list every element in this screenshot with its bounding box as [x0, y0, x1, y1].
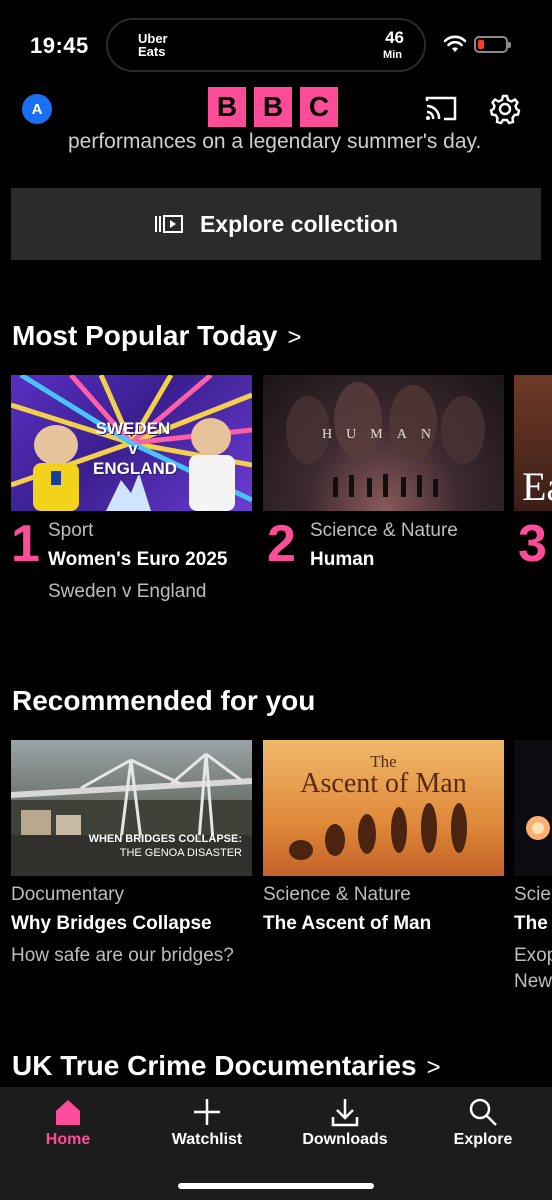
rank-number: 2: [267, 515, 296, 573]
card-category: Science & Nature: [310, 520, 458, 541]
home-icon: [56, 1100, 80, 1125]
popular-card[interactable]: SWEDEN v ENGLAND 1 Sport Women's Euro 20…: [11, 375, 252, 615]
recommended-card[interactable]: Scie The Exop New: [514, 740, 552, 1000]
live-activity-island[interactable]: Uber Eats 46 Min: [106, 18, 426, 72]
card-category: Sport: [48, 520, 94, 541]
logo-letter: C: [300, 87, 338, 127]
wifi-icon: [443, 35, 467, 52]
card-subtitle-2: New: [514, 971, 552, 992]
tab-label: Watchlist: [171, 1131, 243, 1148]
thumbnail-text: Ea: [522, 464, 552, 509]
battery-icon: [474, 36, 511, 53]
section-title: Recommended for you: [12, 685, 316, 716]
cast-icon[interactable]: [424, 94, 458, 122]
explore-collection-button[interactable]: Explore collection: [11, 188, 541, 260]
card-subtitle: How safe are our bridges?: [11, 945, 234, 966]
status-time: 19:45: [30, 33, 89, 58]
gear-icon[interactable]: [489, 93, 521, 125]
collection-icon: [154, 215, 183, 233]
thumbnail: HUMAN: [263, 375, 504, 511]
logo-letter: B: [254, 87, 292, 127]
card-category: Scie: [514, 884, 551, 905]
thumbnail: WHEN BRIDGES COLLAPSE: THE GENOA DISASTE…: [11, 740, 252, 876]
thumbnail: The Ascent of Man: [263, 740, 504, 876]
section-most-popular[interactable]: Most Popular Today >: [12, 320, 302, 352]
live-activity-unit: Min: [383, 49, 402, 61]
thumbnail: [514, 740, 552, 876]
chevron-right-icon: >: [287, 324, 302, 351]
live-activity-minutes: 46: [385, 28, 404, 47]
rank-number: 1: [11, 515, 40, 573]
status-bar: 19:45 Uber Eats 46 Min: [0, 0, 552, 90]
tab-downloads[interactable]: Downloads: [285, 1097, 405, 1157]
explore-collection-label: Explore collection: [199, 210, 399, 237]
thumbnail: Ea: [514, 375, 552, 511]
card-title: Human: [310, 549, 375, 570]
thumbnail: SWEDEN v ENGLAND: [11, 375, 252, 511]
thumbnail-art: [526, 816, 550, 840]
card-title: Women's Euro 2025: [48, 549, 228, 570]
rank-number: 3: [518, 515, 547, 573]
tab-home[interactable]: Home: [8, 1097, 128, 1157]
recommended-card[interactable]: The Ascent of Man Science & Nature The A…: [263, 740, 504, 940]
battery-level: [478, 40, 484, 49]
popular-card[interactable]: HUMAN 2 Science & Nature Human: [263, 375, 504, 585]
plus-icon: [194, 1099, 220, 1125]
card-subtitle: Sweden v England: [48, 581, 207, 602]
thumbnail-text: HUMAN: [322, 427, 445, 442]
card-subtitle: Exop: [514, 945, 552, 966]
bbc-logo: B B C: [208, 87, 338, 127]
logo-letter: B: [208, 87, 246, 127]
section-title: Most Popular Today: [12, 320, 278, 351]
section-recommended: Recommended for you: [12, 685, 315, 717]
thumbnail-art: [286, 382, 485, 497]
download-icon: [331, 1099, 359, 1127]
search-icon: [469, 1098, 497, 1126]
card-title: Why Bridges Collapse: [11, 913, 212, 934]
app-header: A B B C: [0, 86, 552, 130]
home-indicator: [178, 1183, 374, 1189]
thumbnail-line2: Ascent of Man: [300, 768, 467, 799]
thumbnail-text: SWEDEN v ENGLAND: [93, 419, 178, 478]
tab-label: Home: [45, 1131, 91, 1148]
chevron-right-icon: >: [426, 1054, 441, 1081]
profile-avatar[interactable]: A: [22, 94, 52, 124]
tab-label: Downloads: [302, 1131, 388, 1148]
card-title: The: [514, 913, 548, 934]
popular-card[interactable]: Ea 3: [514, 375, 552, 585]
card-title: The Ascent of Man: [263, 913, 432, 934]
section-title: UK True Crime Documentaries: [12, 1050, 417, 1081]
tab-label: Explore: [453, 1131, 513, 1148]
tab-explore[interactable]: Explore: [423, 1097, 543, 1157]
section-uk-true-crime[interactable]: UK True Crime Documentaries >: [12, 1050, 441, 1082]
recommended-card[interactable]: WHEN BRIDGES COLLAPSE: THE GENOA DISASTE…: [11, 740, 252, 970]
card-category: Documentary: [11, 884, 124, 905]
card-category: Science & Nature: [263, 884, 411, 905]
thumbnail-line1: WHEN BRIDGES COLLAPSE:: [88, 833, 242, 845]
tab-watchlist[interactable]: Watchlist: [147, 1097, 267, 1157]
thumbnail-line2: THE GENOA DISASTER: [119, 847, 242, 859]
live-activity-app: Uber Eats: [138, 31, 168, 59]
promo-description: performances on a legendary summer's day…: [68, 130, 482, 153]
